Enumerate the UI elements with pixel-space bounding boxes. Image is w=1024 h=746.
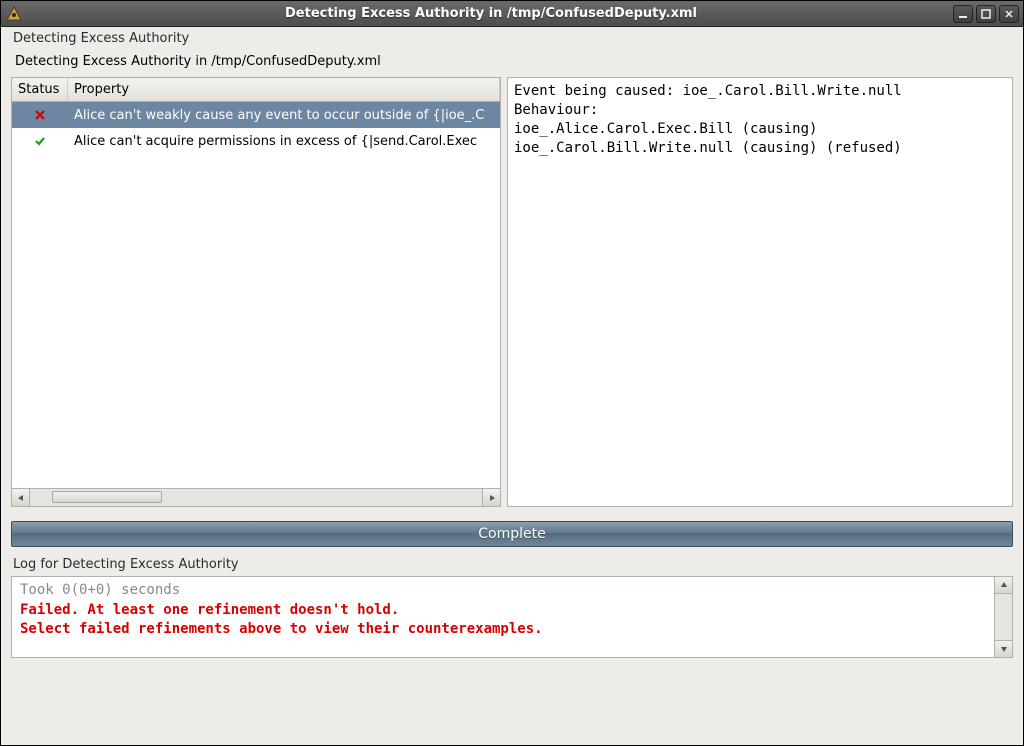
log-line: Failed. At least one refinement doesn't … [20,602,399,618]
scroll-up-button[interactable] [995,577,1012,594]
detail-pane[interactable]: Event being caused: ioe_.Carol.Bill.Writ… [507,77,1013,507]
scroll-left-button[interactable] [12,489,30,506]
detail-line: ioe_.Carol.Bill.Write.null (causing) (re… [514,140,902,156]
col-status[interactable]: Status [12,78,68,101]
section-label: Detecting Excess Authority [11,27,1013,48]
close-button[interactable] [999,5,1019,23]
main-split: Status Property Alice can't weakly cause… [11,77,1013,507]
log-pane[interactable]: Took 0(0+0) seconds Failed. At least one… [11,576,995,658]
col-property[interactable]: Property [68,78,500,101]
window-title: Detecting Excess Authority in /tmp/Confu… [29,6,953,21]
log-line: Select failed refinements above to view … [20,621,543,637]
detail-line: Behaviour: [514,102,598,118]
table-row[interactable]: Alice can't acquire permissions in exces… [12,128,500,154]
titlebar[interactable]: Detecting Excess Authority in /tmp/Confu… [1,1,1023,27]
scroll-thumb[interactable] [52,491,162,503]
status-fail-icon [12,109,68,121]
progress-complete-bar: Complete [11,521,1013,547]
app-window: Detecting Excess Authority in /tmp/Confu… [0,0,1024,746]
scroll-down-button[interactable] [995,640,1012,657]
status-pass-icon [12,135,68,147]
window-controls [953,5,1019,23]
page-title: Detecting Excess Authority in /tmp/Confu… [11,48,1013,77]
complete-label: Complete [478,526,545,542]
horizontal-scrollbar[interactable] [11,489,501,507]
properties-table-wrap: Status Property Alice can't weakly cause… [11,77,501,507]
table-row[interactable]: Alice can't weakly cause any event to oc… [12,102,500,128]
table-body: Alice can't weakly cause any event to oc… [12,102,500,488]
property-text: Alice can't acquire permissions in exces… [68,134,500,149]
detail-line: Event being caused: ioe_.Carol.Bill.Writ… [514,83,902,99]
log-line: Took 0(0+0) seconds [20,582,180,598]
detail-line: ioe_.Alice.Carol.Exec.Bill (causing) [514,121,817,137]
vertical-scrollbar[interactable] [995,576,1013,658]
log-wrap: Took 0(0+0) seconds Failed. At least one… [11,576,1013,658]
properties-table[interactable]: Status Property Alice can't weakly cause… [11,77,501,489]
scroll-right-button[interactable] [482,489,500,506]
maximize-button[interactable] [976,5,996,23]
property-text: Alice can't weakly cause any event to oc… [68,108,500,123]
table-header: Status Property [12,78,500,102]
app-icon [5,5,23,23]
minimize-button[interactable] [953,5,973,23]
log-label: Log for Detecting Excess Authority [11,547,1013,576]
content-area: Detecting Excess Authority Detecting Exc… [1,27,1023,745]
